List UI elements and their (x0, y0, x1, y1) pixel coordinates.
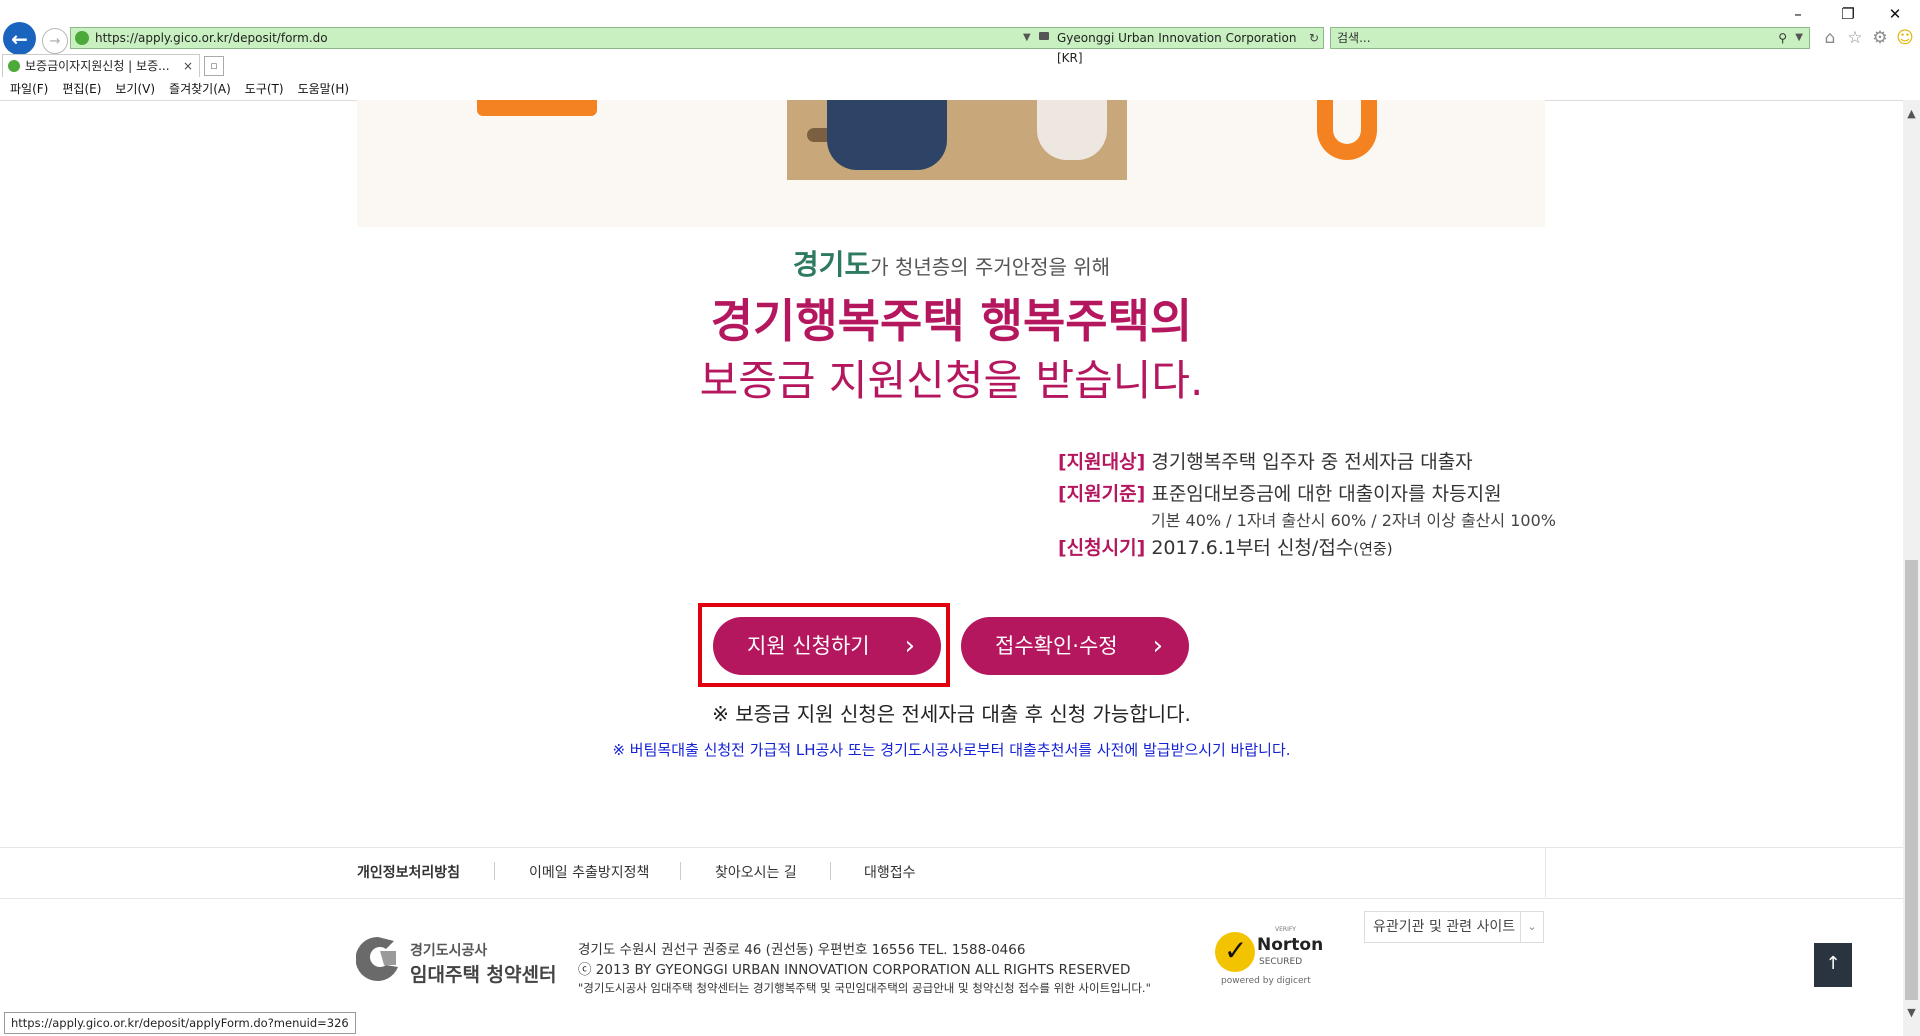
menu-help[interactable]: 도움말(H) (298, 79, 350, 99)
scrollbar-thumb[interactable] (1905, 560, 1918, 1000)
hero-orange-letter (477, 100, 597, 116)
search-box[interactable]: 검색... ⚲ ▼ (1330, 27, 1810, 49)
chevron-down-icon[interactable]: ▼ (1023, 28, 1031, 48)
close-icon[interactable]: ✕ (1880, 3, 1910, 25)
chevron-right-icon: › (1152, 631, 1163, 661)
tab-title: 보증금이자지원신청 | 보증... (25, 59, 170, 73)
menu-file[interactable]: 파일(F) (10, 79, 48, 99)
new-tab-icon: ▫ (210, 59, 218, 72)
info-criteria-label: [지원기준] (1058, 483, 1146, 505)
footer-separator (830, 862, 831, 880)
menu-edit[interactable]: 편집(E) (62, 79, 101, 99)
related-sites-dropdown[interactable]: 유관기관 및 관련 사이트 ⌄ (1364, 911, 1544, 943)
checkmark-icon: ✓ (1224, 934, 1248, 967)
lock-icon[interactable] (1039, 32, 1049, 40)
smiley-icon[interactable]: ☺ (1895, 28, 1915, 48)
arrow-left-icon: ← (11, 26, 28, 51)
apply-button-label: 지원 신청하기 (747, 634, 870, 658)
scroll-down-arrow-icon[interactable]: ▼ (1903, 1006, 1920, 1024)
footer-separator (494, 862, 495, 880)
notice-blue: ※ 버팀목대출 신청전 가급적 LH공사 또는 경기도시공사로부터 대출추천서를… (612, 741, 1291, 759)
site-identity[interactable]: Gyeonggi Urban Innovation Corporation [K… (1057, 28, 1323, 68)
intro-text: 가 청년층의 주거안정을 위해 (870, 255, 1111, 279)
address-url[interactable]: https://apply.gico.or.kr/deposit/form.do (95, 28, 328, 48)
tab-close-icon[interactable]: × (183, 55, 193, 77)
footer-links-bar: 개인정보처리방침 이메일 추출방지정책 찾아오시는 길 대행접수 (0, 847, 1903, 899)
norton-secured: SECURED (1259, 957, 1303, 967)
arrow-up-icon: ↑ (1825, 953, 1841, 974)
restore-icon[interactable]: ❐ (1833, 3, 1863, 25)
related-sites-label: 유관기관 및 관련 사이트 (1373, 919, 1516, 935)
site-favicon-icon (75, 31, 89, 45)
hero-child-figure (827, 100, 947, 170)
info-target: [지원대상] 경기행복주택 입주자 중 전세자금 대출자 (1058, 447, 1473, 474)
menu-view[interactable]: 보기(V) (115, 79, 155, 99)
footer-link-privacy[interactable]: 개인정보처리방침 (357, 862, 460, 882)
chevron-down-icon[interactable]: ▼ (1795, 28, 1803, 48)
status-bar-url: https://apply.gico.or.kr/deposit/applyFo… (4, 1012, 356, 1034)
info-period-text: 2017.6.1부터 신청/접수 (1151, 537, 1354, 559)
scroll-to-top-button[interactable]: ↑ (1814, 943, 1852, 987)
info-criteria: [지원기준] 표준임대보증금에 대한 대출이자를 차등지원 (1058, 479, 1502, 506)
hero-child-figure (1037, 100, 1107, 160)
info-criteria-text: 표준임대보증금에 대한 대출이자를 차등지원 (1151, 483, 1502, 505)
footer-description: "경기도시공사 임대주택 청약센터는 경기행복주택 및 국민임대주택의 공급안내… (578, 981, 1151, 995)
footer-link-email-policy[interactable]: 이메일 추출방지정책 (529, 862, 649, 882)
notice-main: ※ 보증금 지원 신청은 전세자금 대출 후 신청 가능합니다. (712, 702, 1191, 726)
page-headline: 경기행복주택 행복주택의 (710, 294, 1193, 348)
search-placeholder: 검색... (1337, 31, 1371, 45)
address-bar[interactable]: https://apply.gico.or.kr/deposit/form.do… (70, 27, 1324, 65)
footer-link-proxy[interactable]: 대행접수 (864, 862, 916, 882)
norton-brand: Norton (1257, 935, 1324, 955)
hero-banner-image (357, 100, 1545, 227)
info-criteria-note: 기본 40% / 1자녀 출산시 60% / 2자녀 이상 출산시 100% (1151, 511, 1556, 530)
gico-logo-icon (356, 936, 398, 981)
chevron-right-icon: › (904, 631, 915, 661)
check-edit-button[interactable]: 접수확인·수정 › (961, 617, 1189, 675)
chevron-down-icon: ⌄ (1520, 912, 1543, 942)
footer-copyright: ⓒ 2013 BY GYEONGGI URBAN INNOVATION CORP… (578, 962, 1131, 978)
refresh-icon[interactable]: ↻ (1309, 28, 1319, 48)
page-subheadline: 보증금 지원신청을 받습니다. (699, 356, 1204, 405)
info-target-label: [지원대상] (1058, 451, 1146, 473)
norton-seal[interactable]: VERIFY ✓ Norton SECURED powered by digic… (1215, 926, 1325, 990)
menu-bar: 파일(F) 편집(E) 보기(V) 즐겨찾기(A) 도구(T) 도움말(H) (0, 79, 353, 99)
browser-tab[interactable]: 보증금이자지원신청 | 보증... × (2, 54, 200, 77)
check-edit-button-label: 접수확인·수정 (995, 634, 1118, 658)
logo-line1: 경기도시공사 (410, 943, 488, 959)
info-period: [신청시기] 2017.6.1부터 신청/접수(연중) (1058, 533, 1393, 560)
home-icon[interactable]: ⌂ (1820, 28, 1840, 48)
back-button[interactable]: ← (3, 22, 36, 55)
footer-separator (680, 862, 681, 880)
info-period-note: (연중) (1353, 540, 1393, 558)
arrow-right-icon: → (49, 33, 61, 49)
info-target-text: 경기행복주택 입주자 중 전세자금 대출자 (1151, 451, 1473, 473)
norton-powered: powered by digicert (1221, 976, 1311, 986)
intro-line: 경기도가 청년층의 주거안정을 위해 (0, 243, 1903, 283)
footer-address: 경기도 수원시 권선구 권중로 46 (권선동) 우편번호 16556 TEL.… (578, 942, 1026, 958)
hero-orange-letter (1317, 100, 1377, 160)
footer-divider (1545, 848, 1546, 897)
forward-button[interactable]: → (42, 28, 68, 54)
footer-link-directions[interactable]: 찾아오시는 길 (715, 862, 797, 882)
minimize-icon[interactable]: – (1783, 3, 1813, 25)
menu-tools[interactable]: 도구(T) (245, 79, 284, 99)
intro-brand: 경기도 (792, 248, 871, 281)
menu-favorites[interactable]: 즐겨찾기(A) (169, 79, 231, 99)
star-icon[interactable]: ☆ (1845, 28, 1865, 48)
norton-verify: VERIFY (1275, 926, 1296, 933)
new-tab-button[interactable]: ▫ (204, 56, 224, 76)
scroll-up-arrow-icon[interactable]: ▲ (1903, 107, 1920, 125)
search-icon[interactable]: ⚲ (1778, 28, 1787, 48)
browser-chrome: ← → https://apply.gico.or.kr/deposit/for… (0, 0, 1920, 101)
gear-icon[interactable]: ⚙ (1870, 28, 1890, 48)
apply-button[interactable]: 지원 신청하기 › (713, 617, 941, 675)
logo-line2: 임대주택 청약센터 (410, 964, 557, 986)
site-favicon-icon (8, 60, 20, 72)
info-period-label: [신청시기] (1058, 537, 1146, 559)
